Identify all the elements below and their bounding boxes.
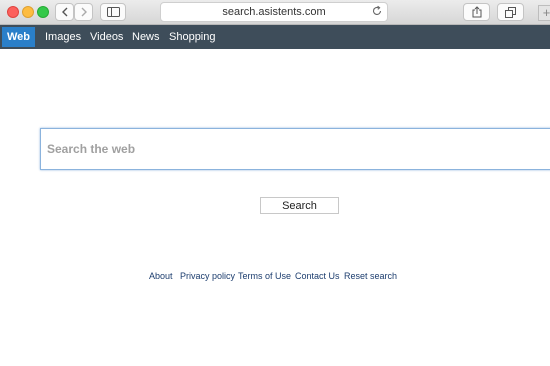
sidebar-icon: [106, 7, 120, 17]
new-tab-button[interactable]: +: [538, 5, 550, 21]
share-button[interactable]: [463, 3, 490, 21]
address-bar-url: search.asistents.com: [222, 6, 326, 18]
back-button[interactable]: [55, 3, 74, 21]
plus-icon: +: [542, 5, 550, 20]
search-button[interactable]: Search: [260, 197, 339, 214]
footer-link-terms-of-use[interactable]: Terms of Use: [238, 271, 291, 281]
nav-tab-news[interactable]: News: [132, 25, 160, 49]
nav-tab-videos[interactable]: Videos: [90, 25, 123, 49]
footer-link-privacy-policy[interactable]: Privacy policy: [180, 271, 235, 281]
minimize-window-button[interactable]: [22, 6, 34, 18]
nav-tab-images[interactable]: Images: [45, 25, 81, 49]
search-category-nav: Web Images Videos News Shopping: [0, 25, 550, 49]
footer-link-reset-search[interactable]: Reset search: [344, 271, 397, 281]
tabs-overview-button[interactable]: [497, 3, 524, 21]
footer-link-about[interactable]: About: [149, 271, 173, 281]
footer-link-contact-us[interactable]: Contact Us: [295, 271, 340, 281]
nav-tab-web[interactable]: Web: [2, 27, 36, 47]
nav-tab-shopping[interactable]: Shopping: [169, 25, 216, 49]
tabs-icon: [504, 6, 516, 18]
maximize-window-button[interactable]: [37, 6, 49, 18]
reload-icon[interactable]: [371, 5, 383, 17]
search-input[interactable]: [40, 128, 550, 170]
sidebar-button[interactable]: [100, 3, 126, 21]
chevron-right-icon: [81, 7, 87, 17]
forward-button[interactable]: [74, 3, 93, 21]
chevron-left-icon: [61, 7, 67, 17]
close-window-button[interactable]: [7, 6, 19, 18]
address-bar[interactable]: search.asistents.com: [160, 2, 388, 22]
share-icon: [472, 6, 481, 18]
browser-toolbar: search.asistents.com +: [0, 0, 550, 25]
